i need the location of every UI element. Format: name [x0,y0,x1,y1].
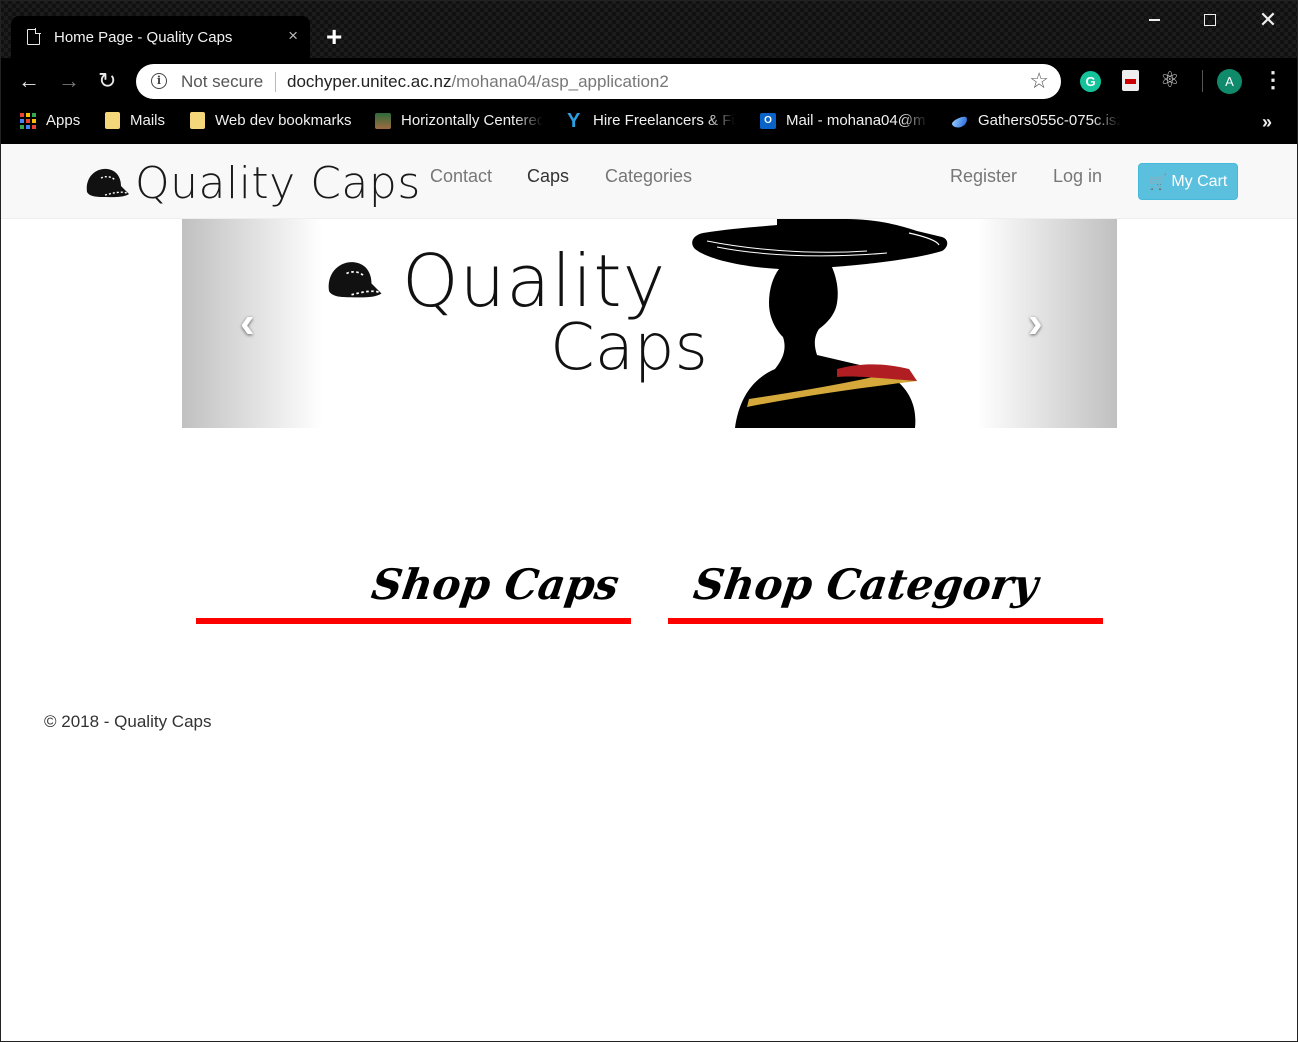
shop-category-link[interactable]: Shop Category [668,556,1103,628]
folder-icon [190,112,205,129]
bookmarks-overflow-icon[interactable]: » [1262,112,1272,133]
url-path: /mohana04/asp_application2 [451,72,669,91]
bookmark-gathers[interactable]: Gathers055c-075c.isz [950,112,1120,130]
bookmark-label: Horizontally Centered [401,112,543,129]
grammarly-extension-icon[interactable]: G [1080,71,1101,92]
site-favicon [375,112,391,129]
site-footer: © 2018 - Quality Caps [44,712,212,731]
tab-strip: Home Page - Quality Caps × + ✕ [0,0,1298,58]
nav-categories[interactable]: Categories [605,166,692,187]
chevron-right-icon[interactable]: › [1028,301,1043,345]
bookmark-label: Web dev bookmarks [215,112,352,129]
security-status[interactable]: Not secure [181,72,263,92]
info-icon[interactable]: i [151,73,167,89]
close-window-button[interactable]: ✕ [1240,0,1296,40]
bookmark-label: Hire Freelancers & Fi [593,112,735,129]
url-text[interactable]: dochyper.unitec.ac.nz/mohana04/asp_appli… [287,72,669,92]
shop-caps-title: Shop Caps [368,560,622,609]
bookmarks-bar: Apps Mails Web dev bookmarks Horizontall… [0,104,1298,144]
react-devtools-icon[interactable]: ⚛ [1160,67,1180,93]
brand-name: Quality Caps [135,158,421,209]
page-icon [27,28,41,45]
bookmark-mail[interactable]: O Mail - mohana04@m [760,112,928,129]
minimize-icon [1148,19,1160,21]
omnibox-divider [275,72,276,92]
nav-register[interactable]: Register [950,166,1017,187]
reload-icon[interactable]: ↻ [98,68,116,94]
outlook-icon: O [760,112,776,129]
browser-tab[interactable]: Home Page - Quality Caps × [11,16,310,58]
browser-toolbar: ← → ↻ i Not secure dochyper.unitec.ac.nz… [0,58,1298,104]
browser-chrome: Home Page - Quality Caps × + ✕ ← → ↻ i N… [0,0,1298,144]
nav-caps[interactable]: Caps [527,166,569,187]
bookmark-label: Gathers055c-075c.isz [978,112,1120,129]
bookmark-label: Mails [130,112,166,129]
carousel-next-area[interactable] [977,219,1117,428]
nav-login[interactable]: Log in [1053,166,1102,187]
menu-kebab-icon[interactable]: ⋮ [1262,66,1284,94]
my-cart-button[interactable]: 🛒 My Cart [1138,163,1238,200]
address-bar[interactable]: i Not secure dochyper.unitec.ac.nz/mohan… [136,64,1061,99]
banner-title-line1: Quality [402,239,667,323]
bookmark-web-dev[interactable]: Web dev bookmarks [190,112,351,129]
hero-carousel: Quality Caps ‹ › [182,219,1117,428]
brand-logo[interactable]: Quality Caps [83,158,421,209]
site-navbar: Quality Caps Contact Caps Categories Reg… [1,144,1297,219]
shop-category-underline [668,618,1103,624]
bookmark-freelancers[interactable]: Y Hire Freelancers & Fi [567,109,735,132]
profile-avatar[interactable]: A [1217,69,1242,94]
woman-hat-silhouette-icon [692,219,948,428]
maximize-button[interactable] [1182,0,1238,40]
cap-logo-icon [86,168,129,197]
back-arrow-icon[interactable]: ← [18,68,40,94]
bookmark-label: Apps [46,112,81,129]
cart-label: My Cart [1171,172,1228,190]
shop-caps-underline [196,618,631,624]
close-icon: ✕ [1258,7,1278,32]
shopping-cart-icon: 🛒 [1148,173,1168,191]
apps-grid-icon [20,112,36,129]
folder-icon [105,112,120,129]
bookmark-apps[interactable]: Apps [20,112,80,129]
bookmark-horizontally-centered[interactable]: Horizontally Centered [375,112,543,129]
pdf-extension-icon[interactable] [1122,70,1139,91]
site-favicon [950,114,970,130]
bookmark-label: Mail - mohana04@m [786,112,926,129]
maximize-icon [1204,14,1216,26]
shop-caps-link[interactable]: Shop Caps [196,556,631,628]
minimize-button[interactable] [1126,0,1182,40]
toolbar-divider [1202,70,1203,92]
bookmark-star-icon[interactable]: ☆ [1029,68,1049,94]
fiverr-icon: Y [567,109,581,132]
new-tab-button[interactable]: + [326,23,342,51]
tab-title: Home Page - Quality Caps [54,28,233,46]
url-host: dochyper.unitec.ac.nz [287,72,452,91]
cap-logo-icon [328,262,382,298]
chevron-left-icon[interactable]: ‹ [240,301,255,345]
banner-title-line2: Caps [550,311,708,385]
tab-close-icon[interactable]: × [288,26,298,46]
forward-arrow-icon[interactable]: → [58,68,80,94]
bookmark-mails[interactable]: Mails [105,112,165,129]
shop-category-title: Shop Category [690,560,1041,609]
nav-contact[interactable]: Contact [430,166,492,187]
